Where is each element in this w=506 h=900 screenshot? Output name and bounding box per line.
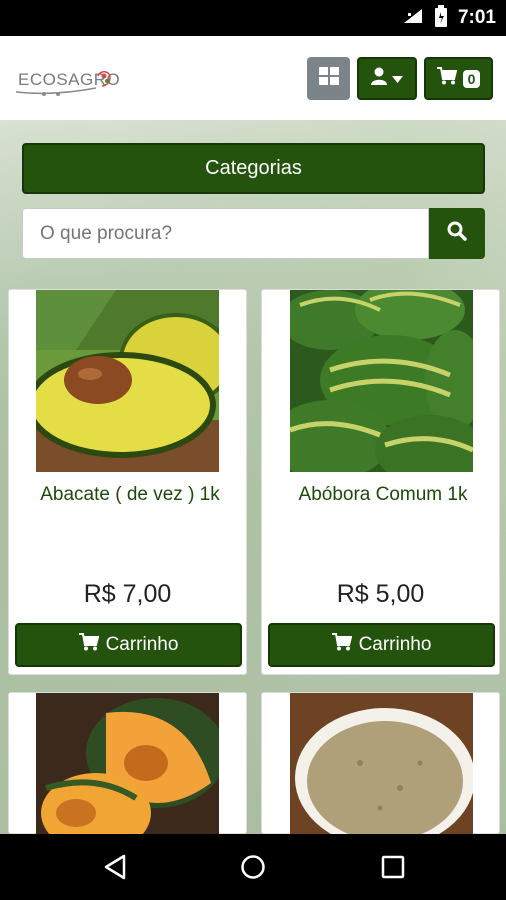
add-to-cart-label: Carrinho — [358, 634, 432, 655]
product-image-powder[interactable] — [290, 693, 473, 834]
recents-icon[interactable] — [381, 855, 405, 884]
cart-icon — [331, 633, 352, 657]
product-image-squash[interactable] — [290, 290, 473, 472]
status-icons: 7:01 — [402, 4, 496, 32]
cart-icon — [78, 633, 99, 657]
status-time: 7:01 — [457, 7, 496, 28]
signal-icon — [402, 7, 424, 30]
search-button[interactable] — [429, 208, 485, 259]
product-price: R$ 5,00 — [336, 580, 425, 608]
cart-icon — [436, 67, 457, 90]
add-to-cart-button[interactable]: Carrinho — [15, 623, 242, 667]
product-name[interactable]: Abacate ( de vez ) 1k — [15, 483, 245, 507]
android-nav-bar — [0, 834, 506, 900]
product-card — [8, 692, 247, 834]
back-icon[interactable] — [102, 854, 128, 885]
product-image-pumpkin[interactable] — [36, 693, 219, 834]
grid-view-icon — [318, 67, 339, 90]
user-menu-button[interactable] — [357, 57, 417, 100]
logo[interactable]: ECOSAGRO — [14, 62, 120, 98]
grid-view-button[interactable] — [307, 57, 350, 100]
categories-button[interactable]: Categorias — [22, 143, 485, 194]
search-input[interactable]: O que procura? — [22, 208, 429, 259]
status-bar: 7:01 — [0, 0, 506, 36]
product-card — [261, 692, 500, 834]
product-card: Abóbora Comum 1k R$ 5,00 Carrinho — [261, 289, 500, 675]
add-to-cart-button[interactable]: Carrinho — [268, 623, 495, 667]
logo-graphic — [15, 71, 111, 96]
cart-button[interactable]: 0 — [424, 57, 493, 100]
header: ECOSAGRO 0 — [0, 36, 506, 120]
user-icon — [371, 67, 387, 90]
product-price: R$ 7,00 — [83, 580, 172, 608]
cart-count-badge: 0 — [462, 69, 481, 88]
product-card: Abacate ( de vez ) 1k R$ 7,00 Carrinho — [8, 289, 247, 675]
search-icon — [447, 221, 467, 246]
home-icon[interactable] — [240, 854, 266, 885]
caret-down-icon — [392, 70, 403, 88]
product-name[interactable]: Abóbora Comum 1k — [268, 483, 498, 507]
battery-icon — [434, 4, 448, 32]
product-image-avocado[interactable] — [36, 290, 219, 472]
add-to-cart-label: Carrinho — [105, 634, 179, 655]
